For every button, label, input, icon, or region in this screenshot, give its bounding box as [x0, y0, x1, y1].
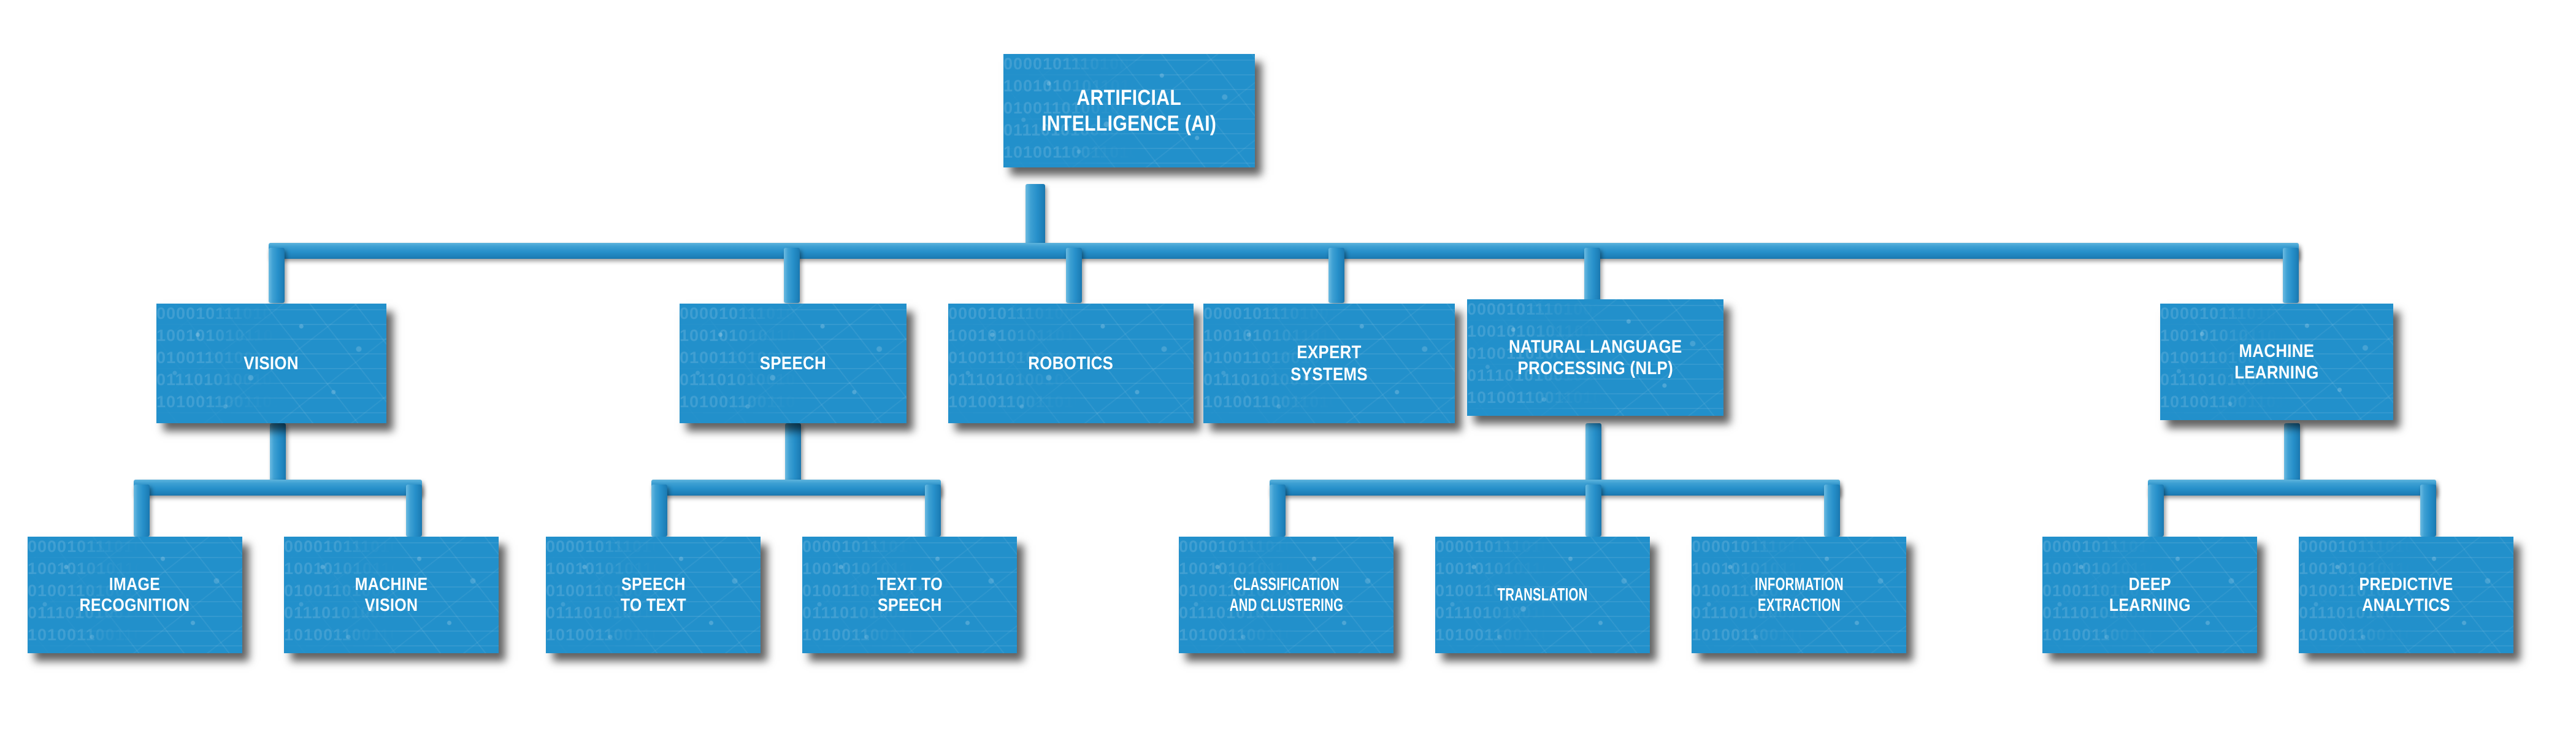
- node-nlp[interactable]: 00001011101001010111 1001010101101001110…: [1467, 299, 1723, 416]
- connector-drop-vision: [269, 248, 285, 303]
- node-speech-to-text-label: SPEECH TO TEXT: [620, 574, 686, 615]
- node-vision[interactable]: 00001011101001010111 1001010101101001110…: [156, 304, 386, 423]
- node-speech-label: SPEECH: [759, 353, 827, 374]
- connector-main-bus: [269, 243, 2299, 259]
- connector-speech-stem: [785, 423, 801, 485]
- connector-machine-learning-bus: [2148, 480, 2436, 496]
- node-speech-to-text[interactable]: 00001011101001010111 1001010101101001110…: [546, 537, 761, 653]
- node-expert-systems-label: EXPERT SYSTEMS: [1290, 342, 1368, 385]
- node-speech[interactable]: 00001011101001010111 1001010101101001110…: [680, 304, 907, 423]
- node-image-recognition-label: IMAGE RECOGNITION: [80, 574, 190, 615]
- node-machine-vision-label: MACHINE VISION: [355, 574, 428, 615]
- connector-nlp-stem: [1585, 423, 1601, 485]
- connector-nlp-bus: [1270, 480, 1840, 496]
- connector-drop-speech-to-text: [651, 485, 667, 537]
- connector-drop-translation: [1585, 485, 1601, 537]
- connector-ai-stem: [1025, 184, 1045, 248]
- node-ai-label: ARTIFICIAL INTELLIGENCE (AI): [1041, 86, 1217, 136]
- connector-drop-deep-learning: [2148, 485, 2164, 537]
- connector-drop-machine-vision: [406, 485, 422, 537]
- node-classification-and-clustering-label: CLASSIFICATION AND CLUSTERING: [1229, 574, 1343, 615]
- node-machine-vision[interactable]: 00001011101001010111 1001010101101001110…: [284, 537, 499, 653]
- node-predictive-analytics[interactable]: 00001011101001010111 1001010101101001110…: [2299, 537, 2513, 653]
- connector-drop-information-extraction: [1824, 485, 1840, 537]
- connector-speech-bus: [651, 480, 941, 496]
- node-machine-learning-label: MACHINE LEARNING: [2234, 340, 2319, 383]
- node-vision-label: VISION: [243, 353, 299, 374]
- node-translation[interactable]: 00001011101001010111 1001010101101001110…: [1435, 537, 1650, 653]
- node-information-extraction[interactable]: 00001011101001010111 1001010101101001110…: [1692, 537, 1906, 653]
- connector-machine-learning-stem: [2284, 423, 2300, 485]
- connector-drop-image-recognition: [134, 485, 150, 537]
- node-text-to-speech[interactable]: 00001011101001010111 1001010101101001110…: [802, 537, 1017, 653]
- node-nlp-label: NATURAL LANGUAGE PROCESSING (NLP): [1508, 336, 1682, 378]
- node-deep-learning[interactable]: 00001011101001010111 1001010101101001110…: [2042, 537, 2257, 653]
- node-robotics[interactable]: 00001011101001010111 1001010101101001110…: [948, 304, 1194, 423]
- node-translation-label: TRANSLATION: [1497, 585, 1588, 605]
- connector-drop-nlp: [1584, 248, 1600, 303]
- diagram-canvas: 00001011101001010111 1001010101101001110…: [0, 0, 2576, 736]
- connector-drop-classification-and-clustering: [1270, 485, 1286, 537]
- connector-drop-predictive-analytics: [2420, 485, 2436, 537]
- connector-drop-robotics: [1066, 248, 1082, 303]
- node-robotics-label: ROBOTICS: [1028, 353, 1114, 374]
- connector-drop-speech: [784, 248, 800, 303]
- node-classification-and-clustering[interactable]: 00001011101001010111 1001010101101001110…: [1179, 537, 1393, 653]
- connector-drop-expert-systems: [1328, 248, 1344, 303]
- node-image-recognition[interactable]: 00001011101001010111 1001010101101001110…: [28, 537, 242, 653]
- connector-drop-machine-learning: [2283, 248, 2299, 303]
- node-expert-systems[interactable]: 00001011101001010111 1001010101101001110…: [1203, 304, 1455, 423]
- connector-vision-bus: [134, 480, 422, 496]
- node-ai[interactable]: 00001011101001010111 1001010101101001110…: [1003, 54, 1255, 167]
- connector-vision-stem: [270, 423, 286, 485]
- node-machine-learning[interactable]: 00001011101001010111 1001010101101001110…: [2160, 304, 2393, 420]
- node-predictive-analytics-label: PREDICTIVE ANALYTICS: [2359, 574, 2453, 615]
- node-text-to-speech-label: TEXT TO SPEECH: [876, 574, 943, 615]
- connector-drop-text-to-speech: [925, 485, 941, 537]
- node-deep-learning-label: DEEP LEARNING: [2109, 574, 2191, 615]
- node-information-extraction-label: INFORMATION EXTRACTION: [1754, 574, 1844, 615]
